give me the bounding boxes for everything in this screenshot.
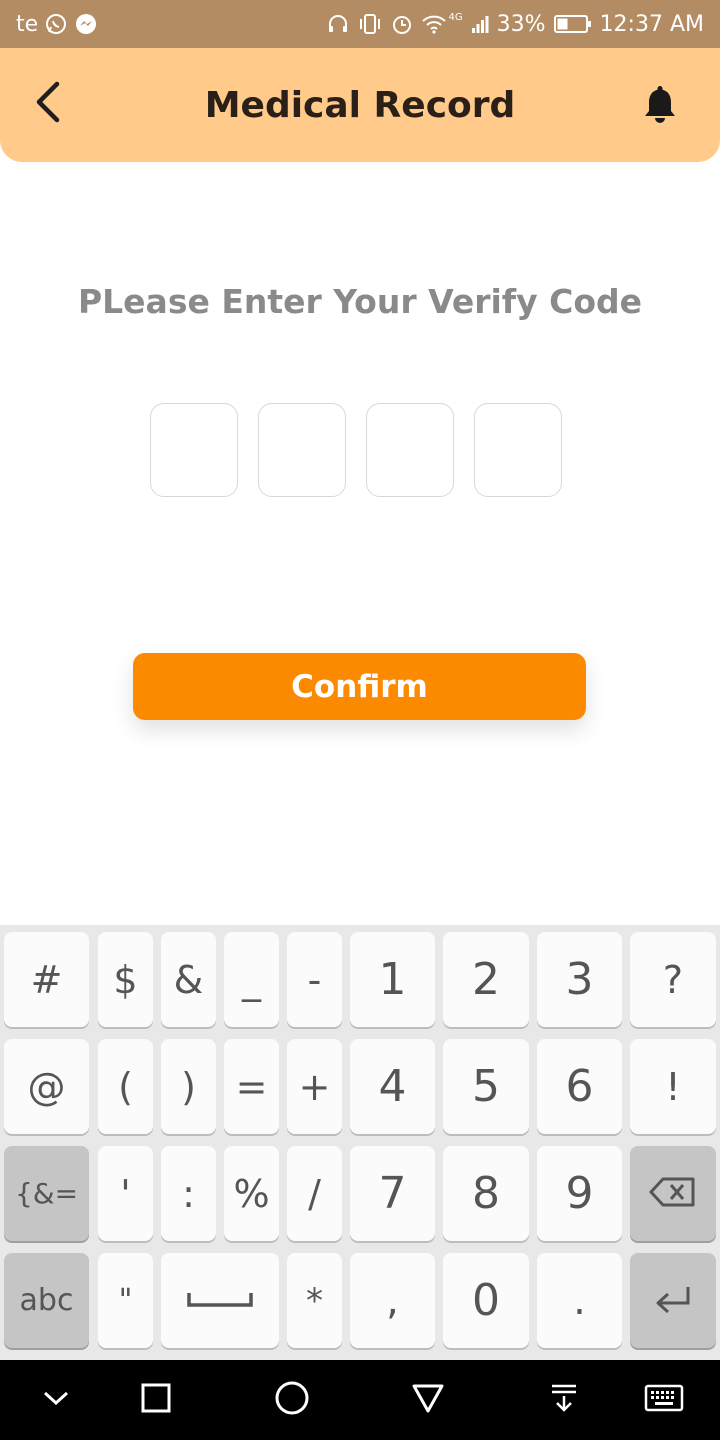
network-type: 4G	[448, 12, 463, 23]
key-hash[interactable]: #	[4, 932, 89, 1027]
key-6[interactable]: 6	[537, 1039, 622, 1134]
notification-button[interactable]	[638, 80, 682, 132]
key-7[interactable]: 7	[350, 1146, 435, 1241]
carrier-label: te	[16, 11, 39, 37]
key-abc[interactable]: abc	[4, 1253, 89, 1348]
alarm-icon	[391, 13, 413, 35]
signal-icon	[471, 14, 489, 34]
chevron-left-icon	[33, 80, 63, 128]
bell-icon	[642, 83, 678, 129]
verify-code-inputs	[150, 403, 562, 497]
enter-icon	[652, 1283, 694, 1319]
code-digit-2[interactable]	[258, 403, 346, 497]
notification-pull-icon	[549, 1383, 579, 1417]
symbol-keyboard: # $ & _ - 1 2 3 ? @ ( ) = + 4 5 6 ! {&= …	[0, 925, 720, 1360]
status-bar: te 4G 33% 12:37 AM	[0, 0, 720, 48]
code-digit-3[interactable]	[366, 403, 454, 497]
key-dollar[interactable]: $	[98, 932, 153, 1027]
key-close-paren[interactable]: )	[161, 1039, 216, 1134]
key-asterisk[interactable]: *	[287, 1253, 342, 1348]
key-5[interactable]: 5	[443, 1039, 529, 1134]
space-icon	[186, 1289, 254, 1313]
system-nav-bar	[0, 1360, 720, 1440]
page-title: Medical Record	[204, 84, 516, 126]
key-minus[interactable]: -	[287, 932, 342, 1027]
code-digit-1[interactable]	[150, 403, 238, 497]
recents-button[interactable]	[131, 1376, 181, 1424]
key-apostrophe[interactable]: '	[98, 1146, 153, 1241]
code-digit-4[interactable]	[474, 403, 562, 497]
recents-icon	[141, 1383, 171, 1417]
key-9[interactable]: 9	[537, 1146, 622, 1241]
key-open-paren[interactable]: (	[98, 1039, 153, 1134]
key-8[interactable]: 8	[443, 1146, 529, 1241]
key-2[interactable]: 2	[443, 932, 529, 1027]
back-nav-button[interactable]	[403, 1376, 453, 1424]
key-comma[interactable]: ,	[350, 1253, 435, 1348]
key-3[interactable]: 3	[537, 932, 622, 1027]
backspace-key[interactable]	[630, 1146, 716, 1241]
key-double-quote[interactable]: "	[98, 1253, 153, 1348]
headphones-icon	[327, 13, 349, 35]
key-period[interactable]: .	[537, 1253, 622, 1348]
backspace-icon	[649, 1176, 697, 1212]
key-exclamation[interactable]: !	[630, 1039, 716, 1134]
key-percent[interactable]: %	[224, 1146, 279, 1241]
enter-key[interactable]	[630, 1253, 716, 1348]
key-1[interactable]: 1	[350, 932, 435, 1027]
key-colon[interactable]: :	[161, 1146, 216, 1241]
key-more-symbols[interactable]: {&=	[4, 1146, 89, 1241]
key-at[interactable]: @	[4, 1039, 89, 1134]
hide-keyboard-button[interactable]	[31, 1376, 81, 1424]
key-0[interactable]: 0	[443, 1253, 529, 1348]
key-ampersand[interactable]: &	[161, 932, 216, 1027]
space-key[interactable]	[161, 1253, 279, 1348]
hide-keyboard-icon	[42, 1389, 70, 1411]
keyboard-icon	[644, 1384, 684, 1416]
key-4[interactable]: 4	[350, 1039, 435, 1134]
clock: 12:37 AM	[599, 11, 704, 37]
home-icon	[274, 1380, 310, 1420]
app-header: Medical Record	[0, 48, 720, 162]
whatsapp-icon	[44, 12, 68, 36]
notification-pull-button[interactable]	[539, 1376, 589, 1424]
key-equals[interactable]: =	[224, 1039, 279, 1134]
battery-percent: 33%	[496, 11, 546, 37]
key-question[interactable]: ?	[630, 932, 716, 1027]
key-slash[interactable]: /	[287, 1146, 342, 1241]
key-underscore[interactable]: _	[224, 932, 279, 1027]
home-button[interactable]	[267, 1376, 317, 1424]
vibrate-icon	[357, 13, 383, 35]
verify-prompt: PLease Enter Your Verify Code	[77, 282, 643, 321]
messenger-icon	[74, 12, 98, 36]
keyboard-switch-button[interactable]	[639, 1376, 689, 1424]
key-plus[interactable]: +	[287, 1039, 342, 1134]
battery-icon	[553, 14, 592, 34]
wifi-icon	[421, 13, 447, 35]
back-icon	[411, 1382, 445, 1418]
confirm-button[interactable]: Confirm	[133, 653, 586, 720]
back-button[interactable]	[26, 74, 70, 134]
